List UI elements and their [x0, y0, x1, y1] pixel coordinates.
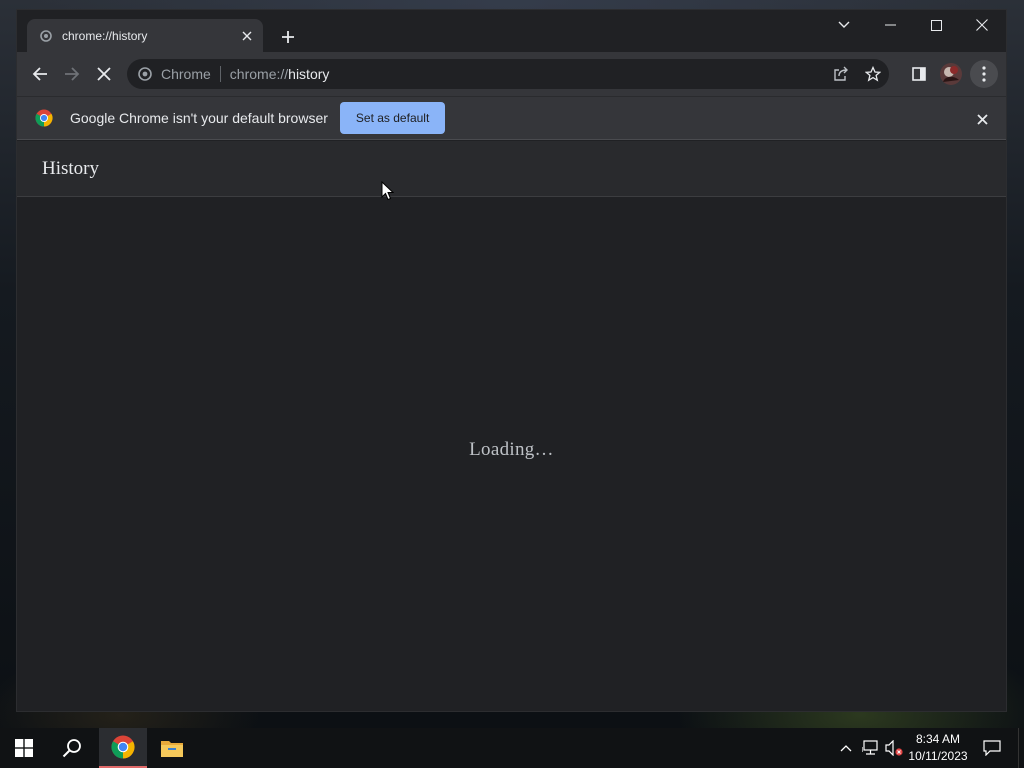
minimize-button[interactable]	[867, 10, 913, 40]
plus-icon	[282, 31, 294, 43]
forward-arrow-icon	[65, 67, 80, 81]
url-path: history	[288, 66, 330, 82]
volume-muted-icon[interactable]	[885, 738, 905, 758]
tab-history[interactable]: chrome://history	[27, 19, 263, 52]
back-button[interactable]	[26, 60, 54, 88]
tab-close-icon[interactable]	[237, 26, 257, 46]
menu-kebab-icon	[982, 66, 986, 82]
close-icon	[976, 19, 988, 31]
taskbar-file-explorer-button[interactable]	[148, 728, 196, 768]
clock-time: 8:34 AM	[915, 732, 961, 746]
bookmark-star-icon	[865, 66, 881, 82]
chrome-window: chrome://history Chrome chrome://history…	[17, 10, 1006, 711]
address-bar[interactable]: Chrome chrome://history	[127, 59, 889, 89]
clock-date: 10/11/2023	[908, 749, 968, 763]
taskbar-chrome-button[interactable]	[99, 728, 147, 768]
side-panel-button[interactable]	[905, 60, 933, 88]
back-arrow-icon	[32, 67, 47, 81]
infobar-close-icon[interactable]	[972, 109, 992, 129]
page-content: History Loading…	[17, 141, 1006, 711]
side-panel-icon	[912, 67, 926, 81]
page-title: History	[42, 158, 99, 179]
infobar-message: Google Chrome isn't your default browser	[70, 110, 328, 126]
windows-start-icon	[15, 739, 33, 757]
search-icon	[62, 739, 81, 758]
maximize-icon	[930, 19, 942, 31]
notification-icon	[983, 740, 1001, 756]
taskbar: 8:34 AM 10/11/2023	[0, 728, 1024, 768]
action-center-button[interactable]	[980, 728, 1004, 768]
stop-loading-icon	[97, 67, 111, 81]
omnibox-chip-label: Chrome	[161, 66, 211, 82]
stop-button[interactable]	[90, 60, 118, 88]
toolbar: Chrome chrome://history	[17, 52, 1006, 96]
close-window-button[interactable]	[959, 10, 1005, 40]
bookmark-button[interactable]	[857, 59, 889, 89]
maximize-button[interactable]	[913, 10, 959, 40]
chrome-page-icon	[40, 29, 52, 42]
network-icon[interactable]	[861, 738, 881, 758]
set-as-default-button[interactable]: Set as default	[339, 102, 446, 134]
minimize-icon	[884, 24, 896, 26]
new-tab-button[interactable]	[276, 25, 300, 49]
chrome-page-icon	[137, 66, 153, 82]
show-desktop-button[interactable]	[1018, 728, 1024, 768]
taskbar-clock[interactable]: 8:34 AM 10/11/2023	[904, 731, 972, 765]
omnibox-url[interactable]: chrome://history	[230, 66, 330, 82]
tray-chevron-up-icon[interactable]	[836, 738, 856, 758]
tab-title: chrome://history	[62, 28, 148, 43]
tab-search-button[interactable]	[821, 10, 867, 40]
title-bar: chrome://history	[17, 10, 1006, 52]
loading-text: Loading…	[469, 439, 554, 460]
profile-avatar[interactable]	[937, 60, 965, 88]
omnibox-actions	[825, 59, 889, 89]
start-button[interactable]	[0, 728, 48, 768]
default-browser-infobar: Google Chrome isn't your default browser…	[17, 96, 1006, 140]
history-header: History	[17, 141, 1006, 197]
taskbar-search-button[interactable]	[48, 728, 96, 768]
omnibox-separator	[219, 66, 221, 82]
chrome-icon	[111, 735, 135, 759]
chrome-menu-button[interactable]	[970, 60, 998, 88]
share-icon	[834, 66, 848, 81]
tab-search-icon	[838, 21, 850, 28]
forward-button[interactable]	[58, 60, 86, 88]
file-explorer-icon	[161, 741, 183, 757]
share-button[interactable]	[825, 59, 857, 89]
chrome-logo-icon	[35, 109, 53, 127]
mouse-cursor-icon	[381, 181, 395, 201]
url-scheme: chrome://	[229, 66, 289, 82]
